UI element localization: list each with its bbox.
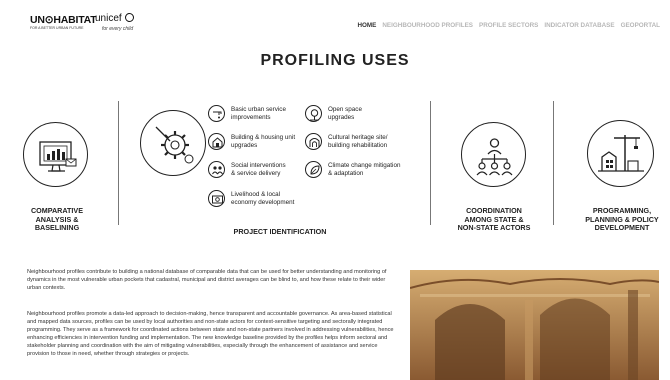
un-habitat-tagline: FOR A BETTER URBAN FUTURE <box>30 26 84 30</box>
use-item-cultural-heritage: Cultural heritage site/ building rehabil… <box>305 133 388 150</box>
project-identification-label: PROJECT IDENTIFICATION <box>233 227 327 236</box>
nav-indicator-database[interactable]: INDICATOR DATABASE <box>544 22 614 29</box>
intro-paragraph: Neighbourhood profiles contribute to bui… <box>27 269 387 292</box>
globe-icon <box>125 13 134 22</box>
use-item-livelihood: Livelihood & local economy development <box>208 190 294 207</box>
monitor-chart-icon <box>23 122 88 187</box>
use-item-social-interventions: Social interventions & service delivery <box>208 161 286 178</box>
use-item-building-upgrades: Building & housing unit upgrades <box>208 133 295 150</box>
network-people-icon <box>461 122 526 187</box>
page-title: PROFILING USES <box>260 52 410 69</box>
arch-icon <box>305 133 322 150</box>
comparative-analysis-label: COMPARATIVE ANALYSIS & BASELINING <box>30 206 84 233</box>
house-icon <box>208 133 225 150</box>
nav-profile-sectors[interactable]: PROFILE SECTORS <box>479 22 538 29</box>
leaf-icon <box>305 161 322 178</box>
use-item-open-space: Open space upgrades <box>305 105 362 122</box>
nav-neighbourhood-profiles[interactable]: NEIGHBOURHOOD PROFILES <box>382 22 473 29</box>
body-paragraph: Neighbourhood profiles promote a data-le… <box>27 311 394 358</box>
programming-label: PROGRAMMING, PLANNING & POLICY DEVELOPME… <box>585 206 659 233</box>
header: UN⊙HABITAT FOR A BETTER URBAN FUTURE uni… <box>0 0 670 42</box>
money-icon <box>208 190 225 207</box>
use-item-basic-services: Basic urban service improvements <box>208 105 286 122</box>
divider <box>553 101 555 225</box>
divider <box>118 101 120 225</box>
people-icon <box>208 161 225 178</box>
unicef-tagline: for every child <box>102 26 134 32</box>
heritage-building-photo <box>410 270 659 380</box>
unicef-logo[interactable]: unicef <box>95 13 122 24</box>
divider <box>430 101 432 225</box>
un-habitat-logo[interactable]: UN⊙HABITAT <box>30 14 97 26</box>
gear-pencil-icon <box>140 110 206 176</box>
use-item-climate-change: Climate change mitigation & adaptation <box>305 161 400 178</box>
tree-icon <box>305 105 322 122</box>
nav-geoportal[interactable]: GEOPORTAL <box>621 22 660 29</box>
nav-home[interactable]: HOME <box>357 22 376 29</box>
tap-icon <box>208 105 225 122</box>
crane-building-icon <box>587 120 654 187</box>
coordination-label: COORDINATION AMONG STATE & NON-STATE ACT… <box>457 206 531 233</box>
main-nav: HOME NEIGHBOURHOOD PROFILES PROFILE SECT… <box>357 22 660 29</box>
